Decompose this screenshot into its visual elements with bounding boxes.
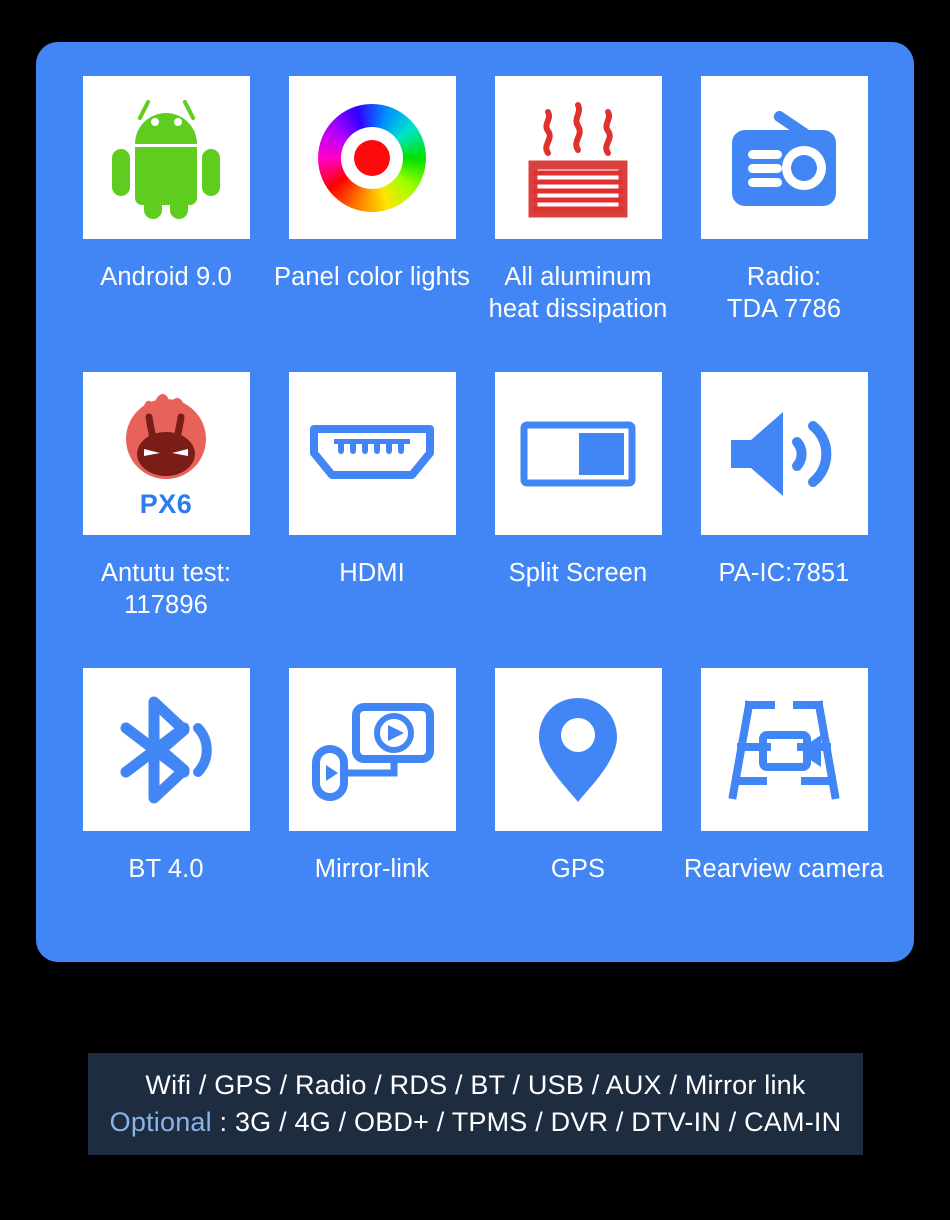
- heatsink-icon: [528, 101, 628, 217]
- rearview-camera-icon: [728, 699, 840, 800]
- optional-separator: :: [211, 1107, 235, 1137]
- split-screen-icon: [520, 421, 636, 486]
- feature-cell-hdmi[interactable]: HDMI: [274, 372, 470, 589]
- feature-label: Radio: TDA 7786: [726, 263, 842, 323]
- radio-icon: [732, 110, 836, 206]
- feature-label: Rearview camera: [684, 855, 884, 883]
- heatsink-icon-tile: [494, 76, 662, 239]
- color-wheel-icon: [318, 103, 426, 212]
- feature-cell-radio[interactable]: Radio: TDA 7786: [686, 76, 882, 325]
- px6-badge: PX6: [139, 489, 193, 519]
- feature-row: BT 4.0 Mirror-link GPS Rearview camera: [68, 668, 884, 958]
- hdmi-port-icon: [310, 424, 434, 479]
- feature-cell-heat-dissipation[interactable]: All aluminum heat dissipation: [480, 76, 676, 325]
- feature-label: All aluminum heat dissipation: [488, 263, 668, 323]
- antutu-benchmark-icon: [126, 393, 206, 479]
- feature-cell-bluetooth[interactable]: BT 4.0: [68, 668, 264, 885]
- radio-icon-tile: [700, 76, 868, 239]
- spec-banner: Wifi / GPS / Radio / RDS / BT / USB / AU…: [88, 1053, 863, 1155]
- antutu-benchmark-icon-tile: PX6: [82, 372, 250, 535]
- feature-cell-split-screen[interactable]: Split Screen: [480, 372, 676, 589]
- color-wheel-icon-tile: [288, 76, 456, 239]
- spec-line-standard: Wifi / GPS / Radio / RDS / BT / USB / AU…: [145, 1070, 806, 1100]
- feature-row: Android 9.0 Panel color lights All alumi…: [68, 76, 882, 372]
- hdmi-port-icon-tile: [288, 372, 456, 535]
- android-robot-icon: [112, 98, 220, 219]
- gps-pin-icon: [539, 697, 617, 802]
- mirror-link-icon: [312, 702, 434, 801]
- android-robot-icon-tile: [82, 76, 250, 239]
- mirror-link-icon-tile: [288, 668, 456, 831]
- feature-cell-android[interactable]: Android 9.0: [68, 76, 264, 293]
- bluetooth-icon-tile: [82, 668, 250, 831]
- speaker-volume-icon: [731, 411, 832, 496]
- feature-label: PA-IC:7851: [718, 559, 850, 587]
- feature-label: Panel color lights: [274, 263, 470, 291]
- speaker-volume-icon-tile: [700, 372, 868, 535]
- feature-cell-gps[interactable]: GPS: [480, 668, 676, 885]
- gps-pin-icon-tile: [494, 668, 662, 831]
- rearview-camera-icon-tile: [700, 668, 868, 831]
- feature-label: Android 9.0: [100, 263, 232, 291]
- feature-cell-rearview-camera[interactable]: Rearview camera: [684, 668, 884, 885]
- bluetooth-icon: [120, 696, 212, 803]
- feature-label: BT 4.0: [128, 855, 204, 883]
- optional-label: Optional: [109, 1107, 212, 1137]
- optional-value: 3G / 4G / OBD+ / TPMS / DVR / DTV-IN / C…: [234, 1107, 842, 1137]
- spec-line-optional: Optional : 3G / 4G / OBD+ / TPMS / DVR /…: [110, 1104, 842, 1141]
- feature-panel: Android 9.0 Panel color lights All alumi…: [36, 42, 914, 962]
- split-screen-icon-tile: [494, 372, 662, 535]
- feature-label: Antutu test: 117896: [100, 559, 232, 619]
- feature-cell-mirror-link[interactable]: Mirror-link: [274, 668, 470, 885]
- feature-label: Mirror-link: [314, 855, 430, 883]
- feature-cell-antutu[interactable]: PX6 Antutu test: 117896: [68, 372, 264, 621]
- feature-label: Split Screen: [508, 559, 648, 587]
- feature-row: PX6 Antutu test: 117896 HDMI Split Scree…: [68, 372, 882, 668]
- feature-cell-panel-color-lights[interactable]: Panel color lights: [274, 76, 470, 293]
- feature-cell-pa-ic[interactable]: PA-IC:7851: [686, 372, 882, 589]
- feature-label: HDMI: [339, 559, 405, 587]
